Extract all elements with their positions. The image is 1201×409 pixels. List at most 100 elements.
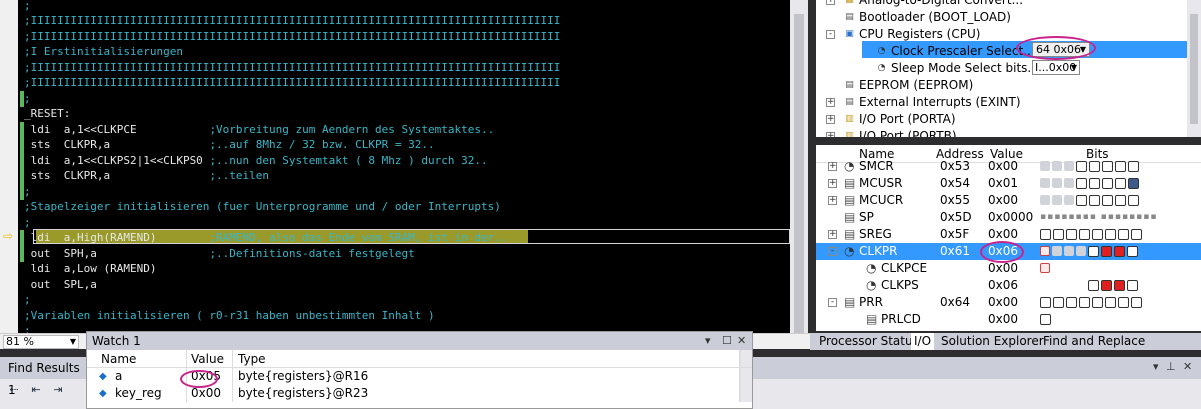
tab-find-and-replace[interactable]: Find and Replace (1040, 333, 1148, 350)
io-row[interactable]: + ▤ MCUSR 0x54 0x01 (816, 175, 1201, 192)
dropdown-icon[interactable]: ▾ (705, 332, 711, 350)
bit-checkbox[interactable] (1040, 178, 1050, 188)
bit-checkbox[interactable] (1101, 246, 1112, 257)
bit-checkbox[interactable] (1127, 280, 1138, 291)
io-row[interactable]: ▤ PRLCD 0x00 (816, 311, 1201, 328)
code-editor[interactable]: ⇨ ; ;IIIIIIIIIIIIIIIIIIIIIIIIIIIIIIIIIIII… (0, 0, 790, 333)
bit-checkbox[interactable] (1040, 297, 1051, 308)
editor-vertical-scrollbar[interactable] (790, 0, 808, 334)
expand-icon[interactable]: + (828, 196, 837, 205)
bit-checkbox[interactable] (1040, 263, 1050, 273)
tree-item[interactable]: ◔ Clock Prescaler Select... (816, 43, 1187, 60)
col-value[interactable]: Value (187, 350, 233, 367)
previous-result-icon[interactable]: ⇤ (28, 382, 44, 398)
watch-scrollbar[interactable] (740, 385, 752, 402)
bit-checkbox[interactable] (1102, 195, 1113, 206)
bit-checkbox[interactable] (1040, 229, 1051, 240)
tree-item[interactable]: + ▦ Analog-to-Digital Convert... (816, 0, 1187, 9)
sleep-mode-dropdown[interactable]: I...0x00 ▼ (1032, 60, 1080, 75)
zoom-select[interactable]: 81 % ▼ (3, 335, 79, 349)
col-type[interactable]: Type (233, 350, 740, 367)
expand-icon[interactable]: + (828, 162, 837, 171)
expand-icon[interactable]: + (828, 230, 837, 239)
watch-scrollbar[interactable] (740, 368, 752, 385)
go-to-location-icon[interactable]: ⇠ (6, 382, 22, 398)
tree-item[interactable]: - ▣ CPU Registers (CPU) (816, 26, 1187, 43)
watch-row[interactable]: ◆ key_reg 0x00 byte{registers}@R23 (87, 385, 752, 402)
scroll-thumb[interactable] (794, 14, 804, 334)
expand-icon[interactable]: + (826, 132, 835, 137)
bit-checkbox[interactable] (1114, 280, 1125, 291)
io-row[interactable]: - ▤ PRR 0x64 0x00 (816, 294, 1201, 311)
bit-checkbox[interactable] (1089, 195, 1100, 206)
expand-icon[interactable]: + (826, 0, 835, 5)
bit-checkbox[interactable] (1127, 246, 1138, 257)
bit-checkbox[interactable] (1052, 178, 1062, 188)
io-value[interactable]: 0x00 (988, 192, 1018, 209)
io-view[interactable]: Name Address Value Bits + ◔ SMCR 0x53 0x00 + ▤… (816, 145, 1201, 331)
bit-checkbox[interactable] (1115, 161, 1126, 172)
io-row[interactable]: ◔ CLKPS 0x06 (816, 277, 1201, 294)
tab-processor-status[interactable]: Processor Status (816, 333, 922, 350)
bit-checkbox[interactable] (1052, 195, 1062, 205)
bit-checkbox[interactable] (1115, 178, 1126, 189)
bit-checkbox[interactable] (1105, 229, 1116, 240)
bit-checkbox[interactable] (1064, 178, 1074, 188)
bit-checkbox[interactable] (1040, 195, 1050, 205)
bit-checkbox[interactable] (1102, 178, 1113, 189)
bit-checkbox[interactable] (1114, 246, 1125, 257)
io-value[interactable]: 0x01 (988, 175, 1018, 192)
bit-checkbox[interactable] (1118, 229, 1129, 240)
tree-scrollbar[interactable] (1187, 0, 1201, 137)
pin-icon[interactable]: ⊥ (1166, 360, 1176, 373)
expand-icon[interactable]: + (828, 179, 837, 188)
close-icon[interactable]: ✕ (1183, 360, 1192, 373)
bit-checkbox[interactable] (1128, 178, 1139, 189)
bit-checkbox[interactable] (1076, 178, 1087, 189)
close-icon[interactable]: ✕ (737, 332, 746, 350)
bit-checkbox[interactable] (1040, 246, 1050, 256)
bit-checkbox[interactable] (1079, 297, 1090, 308)
io-row[interactable]: ◔ CLKPCE 0x00 (816, 260, 1201, 277)
bit-checkbox[interactable] (1088, 246, 1099, 257)
bit-checkbox[interactable] (1064, 161, 1074, 171)
expand-icon[interactable]: - (826, 30, 835, 39)
tree-item[interactable]: ▤ EEPROM (EEPROM) (816, 77, 1187, 94)
maximize-icon[interactable]: ☐ (722, 332, 732, 350)
watch-scrollbar[interactable] (740, 350, 752, 367)
bit-checkbox[interactable] (1092, 297, 1103, 308)
scroll-thumb[interactable] (1190, 14, 1198, 124)
bit-checkbox[interactable] (1088, 280, 1099, 291)
bit-checkbox[interactable] (1052, 161, 1062, 171)
io-value[interactable]: 0x0000 (988, 209, 1033, 226)
io-row[interactable]: + ▤ MCUCR 0x55 0x00 (816, 192, 1201, 209)
tab-i-o[interactable]: I/O (911, 333, 935, 350)
next-result-icon[interactable]: ⇥ (50, 382, 66, 398)
bit-checkbox[interactable] (1064, 246, 1074, 256)
io-value[interactable]: 0x00 (988, 294, 1018, 311)
bit-checkbox[interactable] (1089, 178, 1100, 189)
bit-checkbox[interactable] (1079, 229, 1090, 240)
bit-checkbox[interactable] (1053, 297, 1064, 308)
bit-checkbox[interactable] (1102, 161, 1113, 172)
tree-item[interactable]: ◔ Sleep Mode Select bits... (816, 60, 1187, 77)
bit-checkbox[interactable] (1076, 161, 1087, 172)
io-row[interactable]: + ▤ SREG 0x5F 0x00 (816, 226, 1201, 243)
bit-checkbox[interactable] (1052, 246, 1062, 256)
bit-checkbox[interactable] (1040, 161, 1050, 171)
col-name[interactable]: Name (87, 350, 187, 367)
find-results-title[interactable]: Find Results 1 (0, 357, 86, 397)
bit-checkbox[interactable] (1131, 229, 1142, 240)
bit-checkbox[interactable] (1092, 229, 1103, 240)
bit-checkbox[interactable] (1064, 195, 1074, 205)
bit-checkbox[interactable] (1040, 314, 1051, 325)
expand-icon[interactable]: - (828, 247, 837, 256)
bit-checkbox[interactable] (1128, 195, 1139, 206)
expand-icon[interactable]: + (826, 98, 835, 107)
bit-checkbox[interactable] (1066, 229, 1077, 240)
bit-checkbox[interactable] (1131, 297, 1142, 308)
bit-checkbox[interactable] (1076, 246, 1086, 256)
io-value[interactable]: 0x06 (988, 277, 1018, 294)
io-value[interactable]: 0x00 (988, 158, 1018, 175)
bit-checkbox[interactable] (1053, 229, 1064, 240)
